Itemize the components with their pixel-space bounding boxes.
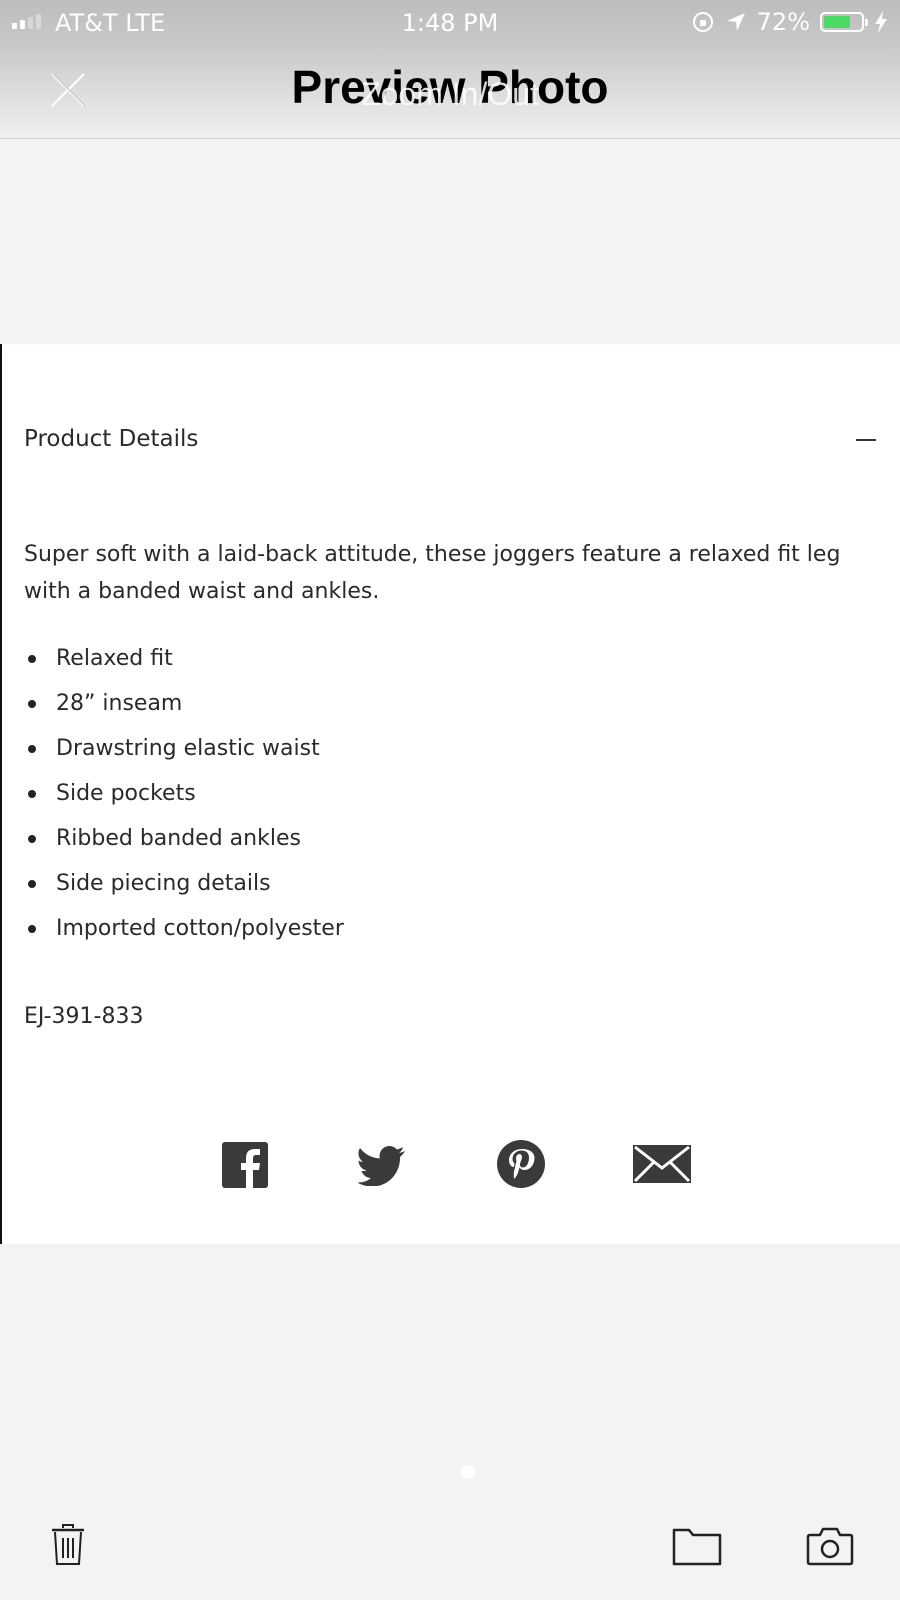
section-title: Product Details [24,426,199,452]
pinterest-icon[interactable] [497,1140,545,1188]
twitter-icon[interactable] [358,1146,406,1186]
facebook-icon[interactable] [222,1142,268,1188]
list-item: Side piecing details [24,861,344,906]
charging-icon [875,11,887,33]
location-icon [726,13,745,31]
camera-icon[interactable] [806,1526,854,1566]
email-icon[interactable] [632,1144,692,1184]
rotation-lock-icon [692,12,713,32]
status-right: 72% [691,8,888,36]
list-item: 28” inseam [24,681,344,726]
battery-percent: 72% [756,8,810,36]
zoom-hint: Zoom In/Out [361,76,539,112]
page-dot-current [461,1465,475,1479]
nav-bar: Preview Photo Zoom In/Out [0,46,900,139]
status-bar: AT&T LTE 1:48 PM 72% [0,0,900,46]
bottom-toolbar [0,1500,900,1600]
list-item: Side pockets [24,771,344,816]
list-item: Relaxed fit [24,636,344,681]
battery-icon [820,12,868,32]
page-indicator [0,1465,900,1479]
photo-preview[interactable]: Product Details Super soft with a laid-b… [0,344,900,1244]
trash-icon[interactable] [50,1524,86,1566]
photo-top-margin [0,139,900,344]
share-row [212,1134,702,1194]
minus-icon[interactable] [856,429,880,449]
feature-list: Relaxed fit 28” inseam Drawstring elasti… [24,636,344,951]
list-item: Ribbed banded ankles [24,816,344,861]
product-description: Super soft with a laid-back attitude, th… [24,542,841,604]
list-item: Drawstring elastic waist [24,726,344,771]
product-sku: EJ-391-833 [24,1004,144,1029]
folder-icon[interactable] [672,1526,722,1566]
list-item: Imported cotton/polyester [24,906,344,951]
